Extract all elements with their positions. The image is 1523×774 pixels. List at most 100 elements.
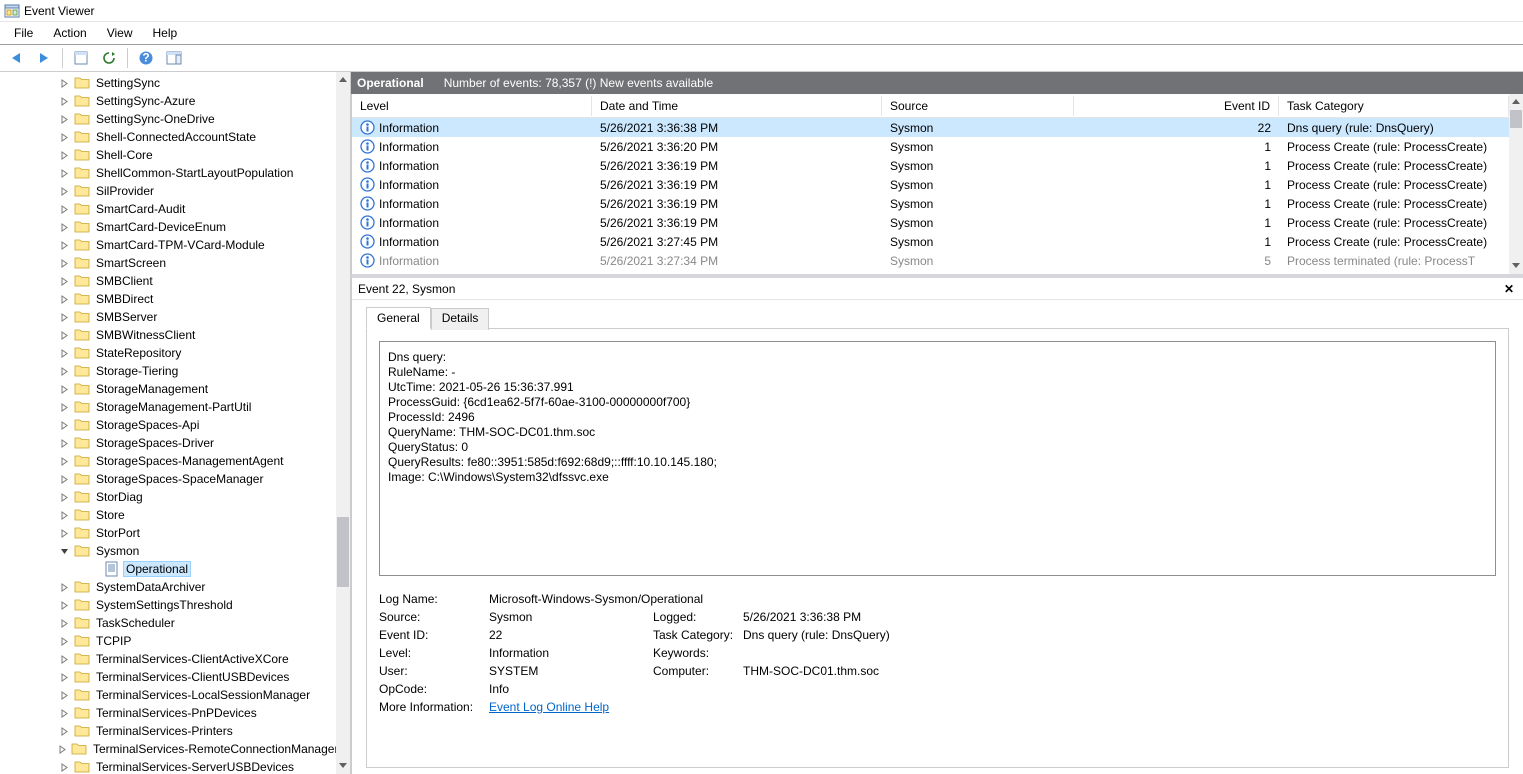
tree-item[interactable]: SMBDirect xyxy=(58,290,336,308)
navigation-tree[interactable]: SettingSyncSettingSync-AzureSettingSync-… xyxy=(0,72,336,774)
chevron-right-icon[interactable] xyxy=(58,439,70,448)
menu-action[interactable]: Action xyxy=(43,24,96,42)
chevron-right-icon[interactable] xyxy=(58,133,70,142)
events-grid[interactable]: Level Date and Time Source Event ID Task… xyxy=(352,94,1509,274)
grid-scrollbar[interactable] xyxy=(1509,94,1523,274)
tree-item[interactable]: TerminalServices-ClientActiveXCore xyxy=(58,650,336,668)
scroll-thumb[interactable] xyxy=(1510,110,1522,128)
tree-item[interactable]: TerminalServices-LocalSessionManager xyxy=(58,686,336,704)
chevron-down-icon[interactable] xyxy=(58,547,70,556)
tree-item[interactable]: TCPIP xyxy=(58,632,336,650)
chevron-right-icon[interactable] xyxy=(58,619,70,628)
scroll-up-icon[interactable] xyxy=(336,72,350,88)
chevron-right-icon[interactable] xyxy=(58,151,70,160)
tree-item[interactable]: SmartCard-DeviceEnum xyxy=(58,218,336,236)
menu-help[interactable]: Help xyxy=(143,24,188,42)
tree-item[interactable]: ShellCommon-StartLayoutPopulation xyxy=(58,164,336,182)
event-row[interactable]: Information5/26/2021 3:36:20 PMSysmon1Pr… xyxy=(352,137,1509,156)
chevron-right-icon[interactable] xyxy=(58,601,70,610)
tree-item[interactable]: StorageSpaces-Api xyxy=(58,416,336,434)
chevron-right-icon[interactable] xyxy=(58,205,70,214)
scroll-thumb[interactable] xyxy=(337,517,349,587)
event-row[interactable]: Information5/26/2021 3:36:19 PMSysmon1Pr… xyxy=(352,156,1509,175)
scroll-track[interactable] xyxy=(336,88,350,758)
tree-item[interactable]: SMBWitnessClient xyxy=(58,326,336,344)
show-panel-button[interactable] xyxy=(162,46,186,70)
chevron-right-icon[interactable] xyxy=(58,97,70,106)
tree-item[interactable]: SMBServer xyxy=(58,308,336,326)
chevron-right-icon[interactable] xyxy=(58,457,70,466)
chevron-right-icon[interactable] xyxy=(58,655,70,664)
tree-item[interactable]: TerminalServices-RemoteConnectionManager xyxy=(58,740,336,758)
scroll-track[interactable] xyxy=(1509,110,1523,258)
tree-item[interactable]: TerminalServices-ServerUSBDevices xyxy=(58,758,336,774)
chevron-right-icon[interactable] xyxy=(58,169,70,178)
col-level[interactable]: Level xyxy=(352,96,592,116)
tree-item[interactable]: TerminalServices-ClientUSBDevices xyxy=(58,668,336,686)
chevron-right-icon[interactable] xyxy=(58,403,70,412)
tree-item[interactable]: SystemDataArchiver xyxy=(58,578,336,596)
tree-item[interactable]: Shell-ConnectedAccountState xyxy=(58,128,336,146)
help-button[interactable] xyxy=(134,46,158,70)
col-task-category[interactable]: Task Category xyxy=(1279,96,1509,116)
chevron-right-icon[interactable] xyxy=(58,367,70,376)
tree-item[interactable]: Storage-Tiering xyxy=(58,362,336,380)
col-source[interactable]: Source xyxy=(882,96,1074,116)
properties-button[interactable] xyxy=(69,46,93,70)
forward-button[interactable] xyxy=(32,46,56,70)
close-detail-button[interactable]: ✕ xyxy=(1501,281,1517,297)
event-row[interactable]: Information5/26/2021 3:27:45 PMSysmon1Pr… xyxy=(352,232,1509,251)
chevron-right-icon[interactable] xyxy=(58,331,70,340)
chevron-right-icon[interactable] xyxy=(58,727,70,736)
tree-item[interactable]: Shell-Core xyxy=(58,146,336,164)
tree-item[interactable]: StateRepository xyxy=(58,344,336,362)
event-body-text[interactable]: Dns query: RuleName: - UtcTime: 2021-05-… xyxy=(379,341,1496,576)
tree-item[interactable]: SmartScreen xyxy=(58,254,336,272)
event-log-online-help-link[interactable]: Event Log Online Help xyxy=(489,700,609,714)
scroll-down-icon[interactable] xyxy=(1509,258,1523,274)
chevron-right-icon[interactable] xyxy=(58,385,70,394)
tree-item[interactable]: TerminalServices-Printers xyxy=(58,722,336,740)
chevron-right-icon[interactable] xyxy=(58,349,70,358)
chevron-right-icon[interactable] xyxy=(58,637,70,646)
chevron-right-icon[interactable] xyxy=(58,313,70,322)
chevron-right-icon[interactable] xyxy=(58,115,70,124)
back-button[interactable] xyxy=(4,46,28,70)
tab-general[interactable]: General xyxy=(366,307,431,329)
tree-item[interactable]: SettingSync xyxy=(58,74,336,92)
chevron-right-icon[interactable] xyxy=(58,187,70,196)
chevron-right-icon[interactable] xyxy=(58,421,70,430)
tab-details[interactable]: Details xyxy=(431,308,490,330)
tree-item[interactable]: TerminalServices-PnPDevices xyxy=(58,704,336,722)
chevron-right-icon[interactable] xyxy=(58,223,70,232)
tree-item[interactable]: SettingSync-Azure xyxy=(58,92,336,110)
tree-item[interactable]: Operational xyxy=(58,560,336,578)
tree-item[interactable]: StorageSpaces-SpaceManager xyxy=(58,470,336,488)
event-row[interactable]: Information5/26/2021 3:36:38 PMSysmon22D… xyxy=(352,118,1509,137)
chevron-right-icon[interactable] xyxy=(58,583,70,592)
col-event-id[interactable]: Event ID xyxy=(1074,96,1279,116)
tree-item[interactable]: StorPort xyxy=(58,524,336,542)
tree-item[interactable]: SMBClient xyxy=(58,272,336,290)
tree-item[interactable]: SmartCard-Audit xyxy=(58,200,336,218)
chevron-right-icon[interactable] xyxy=(58,277,70,286)
menu-view[interactable]: View xyxy=(97,24,143,42)
event-row[interactable]: Information5/26/2021 3:36:19 PMSysmon1Pr… xyxy=(352,194,1509,213)
tree-item[interactable]: StorageManagement xyxy=(58,380,336,398)
tree-item[interactable]: SettingSync-OneDrive xyxy=(58,110,336,128)
tree-item[interactable]: StorDiag xyxy=(58,488,336,506)
tree-item[interactable]: SystemSettingsThreshold xyxy=(58,596,336,614)
tree-item[interactable]: StorageManagement-PartUtil xyxy=(58,398,336,416)
event-row[interactable]: Information5/26/2021 3:36:19 PMSysmon1Pr… xyxy=(352,213,1509,232)
scroll-up-icon[interactable] xyxy=(1509,94,1523,110)
chevron-right-icon[interactable] xyxy=(58,259,70,268)
chevron-right-icon[interactable] xyxy=(58,673,70,682)
menu-file[interactable]: File xyxy=(4,24,43,42)
chevron-right-icon[interactable] xyxy=(58,763,70,772)
chevron-right-icon[interactable] xyxy=(58,475,70,484)
chevron-right-icon[interactable] xyxy=(58,691,70,700)
tree-item[interactable]: SmartCard-TPM-VCard-Module xyxy=(58,236,336,254)
tree-item[interactable]: TaskScheduler xyxy=(58,614,336,632)
chevron-right-icon[interactable] xyxy=(58,79,70,88)
tree-item[interactable]: StorageSpaces-Driver xyxy=(58,434,336,452)
